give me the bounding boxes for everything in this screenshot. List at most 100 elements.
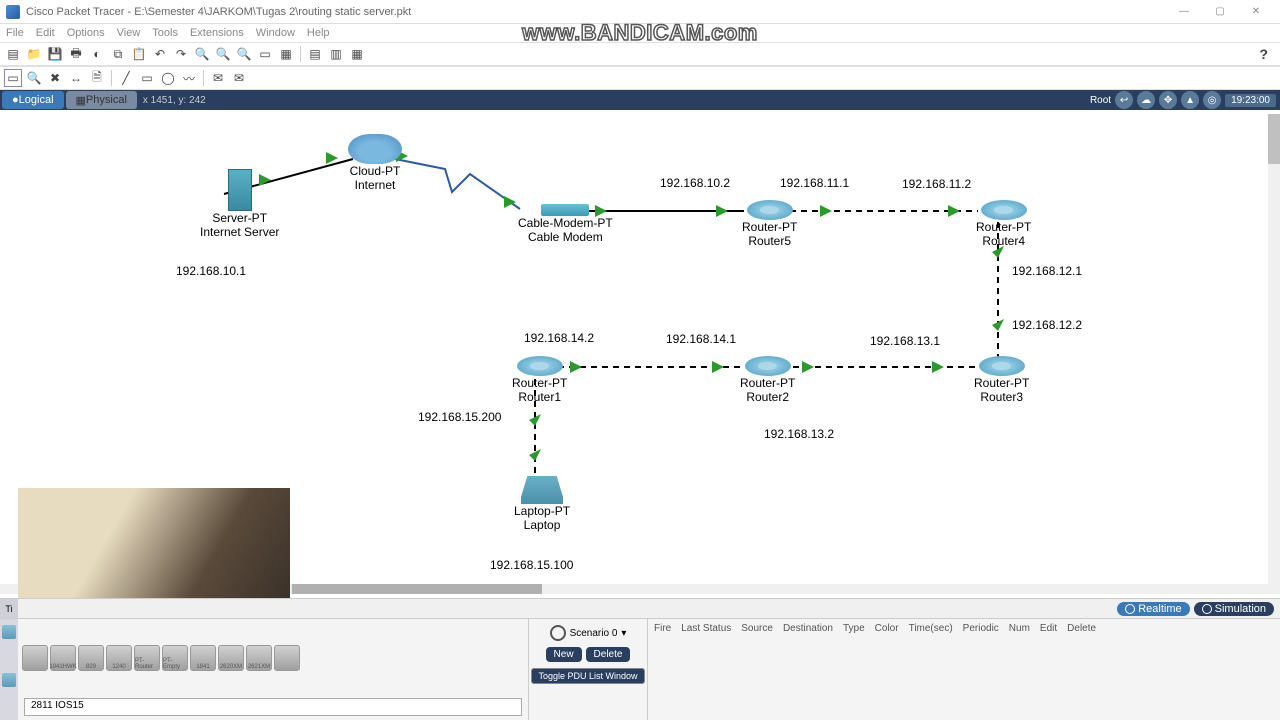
device-chip[interactable]: [274, 645, 300, 671]
zoom-reset-icon[interactable]: 🔍: [235, 45, 253, 63]
complex-pdu-icon[interactable]: ✉: [230, 69, 248, 87]
modem-icon: [541, 204, 589, 216]
menu-tools[interactable]: Tools: [152, 27, 178, 39]
device-router4[interactable]: Router-PTRouter4: [976, 200, 1031, 249]
device-chip[interactable]: PT-Empty: [162, 645, 188, 671]
ip-r5right: 192.168.11.1: [780, 176, 849, 190]
toggle-pdu-list-button[interactable]: Toggle PDU List Window: [531, 668, 644, 684]
zoom-out-icon[interactable]: 🔍: [214, 45, 232, 63]
device-chip[interactable]: PT-Router: [134, 645, 160, 671]
scenario-new-button[interactable]: New: [546, 647, 582, 662]
category-end-icon[interactable]: [2, 673, 16, 687]
device-chip[interactable]: 1841: [190, 645, 216, 671]
device-chip[interactable]: 2620XM: [218, 645, 244, 671]
ip-r2left: 192.168.14.1: [666, 332, 736, 346]
device-router1[interactable]: Router-PTRouter1: [512, 356, 567, 405]
ip-laptop: 192.168.15.100: [490, 558, 573, 572]
cloud-icon: [348, 134, 402, 164]
select-tool-icon[interactable]: ▭: [4, 69, 22, 87]
scenario-delete-button[interactable]: Delete: [586, 647, 631, 662]
app-icon: [6, 5, 20, 19]
mode-simulation[interactable]: Simulation: [1194, 602, 1274, 616]
ip-server: 192.168.10.1: [176, 264, 246, 278]
note-icon[interactable]: 🗎: [88, 69, 106, 87]
menu-view[interactable]: View: [117, 27, 141, 39]
script-icon[interactable]: ▤: [306, 45, 324, 63]
device-cloud[interactable]: Cloud-PTInternet: [348, 134, 402, 193]
undo-icon[interactable]: ↶: [151, 45, 169, 63]
print-icon[interactable]: 🖶: [67, 45, 85, 63]
nav-viewport-icon[interactable]: ◎: [1203, 91, 1221, 109]
draw-freeform-icon[interactable]: 〰: [180, 69, 198, 87]
pdu-col-fire: Fire: [654, 623, 671, 634]
pdu-col-delete: Delete: [1067, 623, 1096, 634]
device-router2[interactable]: Router-PTRouter2: [740, 356, 795, 405]
draw-line-icon[interactable]: ╱: [117, 69, 135, 87]
device-chip[interactable]: 1941HWK: [50, 645, 76, 671]
device-router3[interactable]: Router-PTRouter3: [974, 356, 1029, 405]
menu-edit[interactable]: Edit: [36, 27, 55, 39]
menu-extensions[interactable]: Extensions: [190, 27, 244, 39]
menu-window[interactable]: Window: [256, 27, 295, 39]
menu-help[interactable]: Help: [307, 27, 330, 39]
file-path: E:\Semester 4\JARKOM\Tugas 2\routing sta…: [134, 6, 411, 18]
device-modem[interactable]: Cable-Modem-PTCable Modem: [518, 204, 613, 245]
tab-logical[interactable]: ● Logical: [2, 91, 64, 109]
device-chip[interactable]: 1240: [106, 645, 132, 671]
nav-cluster-icon[interactable]: ☁: [1137, 91, 1155, 109]
window-minimize[interactable]: —: [1166, 2, 1202, 22]
pdu-col-edit: Edit: [1040, 623, 1057, 634]
draw-ellipse-icon[interactable]: ◯: [159, 69, 177, 87]
device-chip[interactable]: 2621XM: [246, 645, 272, 671]
delete-icon[interactable]: ✖: [46, 69, 64, 87]
drawing-palette-icon[interactable]: ▭: [256, 45, 274, 63]
scenario-cycle-icon[interactable]: [550, 625, 566, 641]
tab-physical[interactable]: ▦ Physical: [66, 91, 137, 109]
scenario-select[interactable]: Scenario 0: [570, 628, 618, 639]
cursor-coords: x 1451, y: 242: [143, 95, 206, 106]
pdu-col-status: Last Status: [681, 623, 731, 634]
activity-icon[interactable]: ◐: [88, 45, 106, 63]
nav-back-icon[interactable]: ↩: [1115, 91, 1133, 109]
device-chip[interactable]: 829: [78, 645, 104, 671]
script3-icon[interactable]: ▦: [348, 45, 366, 63]
sim-time: 19:23:00: [1225, 94, 1276, 107]
selected-device-name: 2811 IOS15: [24, 698, 522, 716]
draw-rect-icon[interactable]: ▭: [138, 69, 156, 87]
open-file-icon[interactable]: 📁: [25, 45, 43, 63]
mode-realtime[interactable]: Realtime: [1117, 602, 1189, 616]
device-laptop[interactable]: Laptop-PTLaptop: [514, 476, 570, 533]
window-maximize[interactable]: ▢: [1202, 2, 1238, 22]
secondary-toolbar: ▭ 🔍 ✖ ↔ 🗎 ╱ ▭ ◯ 〰 ✉ ✉: [0, 66, 1280, 90]
custom-device-icon[interactable]: ▦: [277, 45, 295, 63]
category-network-icon[interactable]: [2, 625, 16, 639]
device-server[interactable]: Server-PTInternet Server: [200, 169, 279, 240]
scenario-panel: Scenario 0▾ New Delete Toggle PDU List W…: [528, 619, 648, 720]
router-icon: [745, 356, 791, 376]
canvas-scrollbar-v[interactable]: [1268, 114, 1280, 594]
script2-icon[interactable]: ▥: [327, 45, 345, 63]
ip-r3left: 192.168.13.1: [870, 334, 940, 348]
redo-icon[interactable]: ↷: [172, 45, 190, 63]
device-router5[interactable]: Router-PTRouter5: [742, 200, 797, 249]
device-chip[interactable]: [22, 645, 48, 671]
nav-bg-icon[interactable]: ▲: [1181, 91, 1199, 109]
menu-options[interactable]: Options: [67, 27, 105, 39]
simple-pdu-icon[interactable]: ✉: [209, 69, 227, 87]
copy-icon[interactable]: ⧉: [109, 45, 127, 63]
help-icon[interactable]: ?: [1259, 46, 1276, 62]
pdu-col-num: Num: [1009, 623, 1030, 634]
new-file-icon[interactable]: ▤: [4, 45, 22, 63]
zoom-in-icon[interactable]: 🔍: [193, 45, 211, 63]
resize-icon[interactable]: ↔: [67, 69, 85, 87]
menu-file[interactable]: File: [6, 27, 24, 39]
bottom-panel: 1941HWK 829 1240 PT-Router PT-Empty 1841…: [0, 618, 1280, 720]
save-icon[interactable]: 💾: [46, 45, 64, 63]
inspect-icon[interactable]: 🔍: [25, 69, 43, 87]
ip-r5left: 192.168.10.2: [660, 176, 730, 190]
nav-move-icon[interactable]: ✥: [1159, 91, 1177, 109]
ip-r1down: 192.168.15.200: [418, 410, 501, 424]
recorder-watermark: www.BANDICAM.com: [522, 20, 758, 46]
window-close[interactable]: ✕: [1238, 2, 1274, 22]
paste-icon[interactable]: 📋: [130, 45, 148, 63]
